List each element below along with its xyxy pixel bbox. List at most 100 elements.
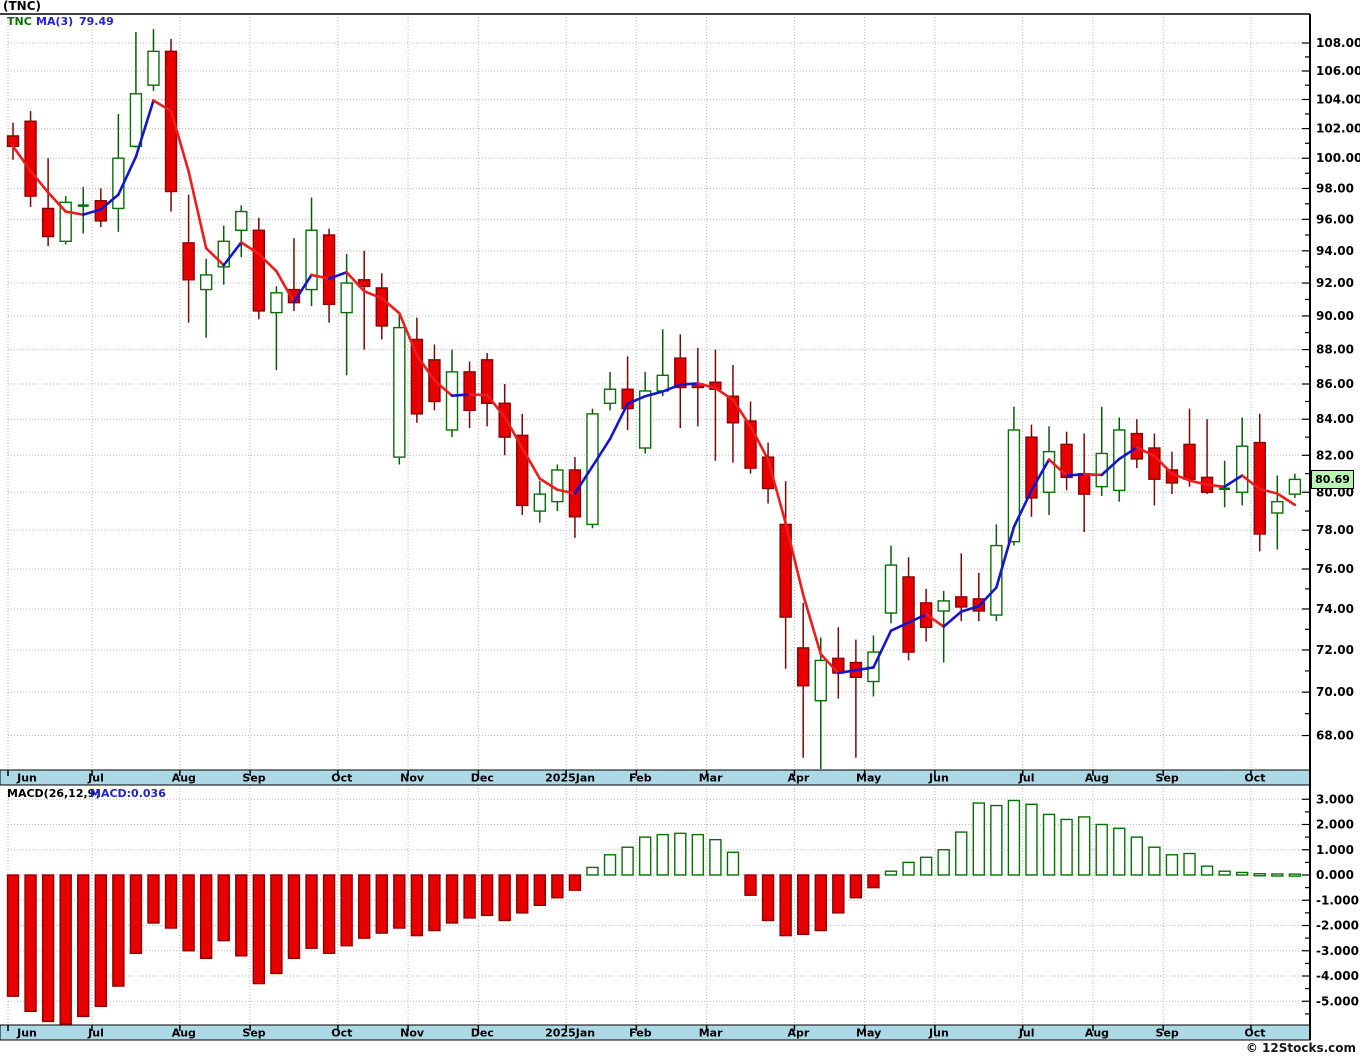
macd-bar bbox=[463, 874, 476, 919]
macd-bar bbox=[1077, 816, 1091, 876]
candle-body bbox=[147, 50, 160, 86]
candle-body bbox=[832, 657, 845, 674]
price-axis-label: 96.00 bbox=[1316, 212, 1354, 226]
macd-bar bbox=[674, 832, 687, 876]
candle-body bbox=[1042, 450, 1056, 493]
macd-bar bbox=[586, 866, 599, 876]
month-label: Jun bbox=[16, 1027, 37, 1040]
price-axis-label: 70.00 bbox=[1316, 685, 1354, 699]
macd-bar bbox=[1042, 813, 1056, 876]
price-axis-label: 92.00 bbox=[1316, 276, 1354, 290]
ma-value-label: 79.49 bbox=[79, 15, 114, 28]
month-label: Nov bbox=[400, 772, 425, 785]
candle-body bbox=[235, 210, 248, 231]
month-label: Sep bbox=[1156, 1027, 1179, 1040]
price-macd-chart: Jun Jul Aug Sep Oct Nov Dec 2025Jan Feb Mar Apr May… bbox=[0, 13, 1360, 1041]
price-axis-label: 84.00 bbox=[1316, 412, 1354, 426]
macd-bar bbox=[1060, 818, 1073, 876]
macd-bar bbox=[340, 874, 353, 947]
price-axis-label: 104.00 bbox=[1316, 92, 1360, 106]
macd-bar bbox=[393, 874, 406, 929]
macd-bar bbox=[59, 874, 72, 1025]
ma3-line-segment bbox=[872, 629, 893, 669]
ma3-line-segment bbox=[678, 382, 700, 386]
candle-body bbox=[6, 135, 20, 147]
candle-body bbox=[463, 371, 476, 412]
macd-bar bbox=[937, 849, 950, 876]
candle-body bbox=[990, 544, 1003, 616]
candle-body bbox=[322, 234, 336, 306]
price-axis-label: 108.00 bbox=[1316, 36, 1360, 50]
macd-bar bbox=[1095, 823, 1108, 876]
candle-body bbox=[340, 282, 353, 314]
macd-bar bbox=[832, 874, 845, 914]
price-axis-label: 72.00 bbox=[1316, 643, 1354, 657]
month-label: Jul bbox=[87, 1027, 104, 1040]
macd-bar bbox=[445, 874, 459, 924]
macd-axis-label: -2.000 bbox=[1316, 919, 1359, 933]
macd-bar bbox=[24, 874, 37, 1013]
macd-bar bbox=[1130, 836, 1144, 876]
macd-bar bbox=[884, 870, 898, 876]
price-axis-label: 74.00 bbox=[1316, 602, 1354, 616]
candle-body bbox=[375, 287, 388, 327]
macd-bar bbox=[638, 836, 652, 876]
macd-value-label: MACD:0.036 bbox=[90, 787, 166, 800]
macd-bar bbox=[498, 874, 511, 922]
macd-bar bbox=[129, 874, 143, 954]
month-label: May bbox=[856, 772, 881, 785]
month-label: Sep bbox=[242, 1027, 265, 1040]
candle-body bbox=[182, 242, 195, 281]
symbol-label: TNC bbox=[7, 15, 32, 28]
macd-bar bbox=[287, 874, 301, 960]
candle-body bbox=[393, 326, 406, 458]
candle-body bbox=[656, 374, 669, 392]
page-title: (TNC) bbox=[3, 0, 42, 13]
last-price-badge: 80.69 bbox=[1311, 470, 1354, 490]
macd-bar bbox=[182, 874, 195, 952]
candle-body bbox=[902, 576, 915, 653]
price-axis-label: 94.00 bbox=[1316, 244, 1354, 258]
macd-bar bbox=[358, 874, 371, 939]
candle-body bbox=[884, 564, 898, 614]
ma3-line-segment bbox=[766, 458, 787, 525]
candle-body bbox=[410, 338, 424, 415]
macd-bar bbox=[77, 874, 90, 1018]
price-axis-label: 76.00 bbox=[1316, 562, 1354, 576]
month-label: Oct bbox=[1244, 1027, 1265, 1040]
macd-bar bbox=[990, 804, 1003, 876]
ma3-line-segment bbox=[801, 593, 823, 656]
price-axis-label: 98.00 bbox=[1316, 181, 1354, 195]
macd-bar bbox=[621, 846, 634, 876]
macd-bar bbox=[603, 854, 617, 876]
candle-body bbox=[937, 600, 950, 612]
candle-body bbox=[41, 207, 55, 238]
ma3-line-segment bbox=[468, 393, 489, 397]
price-axis-label: 68.00 bbox=[1316, 729, 1354, 743]
price-axis-label: 78.00 bbox=[1316, 523, 1354, 537]
macd-bar bbox=[1007, 799, 1021, 876]
ma3-line-segment bbox=[608, 402, 629, 441]
candle-body bbox=[1288, 478, 1302, 495]
macd-bar bbox=[919, 856, 933, 876]
macd-bar bbox=[322, 874, 336, 954]
month-label: Apr bbox=[788, 1027, 810, 1040]
macd-bar bbox=[656, 833, 669, 876]
macd-bar bbox=[235, 874, 248, 957]
month-label: Oct bbox=[331, 1027, 352, 1040]
month-label: Nov bbox=[400, 1027, 425, 1040]
macd-bar bbox=[305, 874, 318, 949]
price-axis-label: 100.00 bbox=[1316, 151, 1360, 165]
month-label: Aug bbox=[172, 1027, 196, 1040]
macd-bar bbox=[112, 874, 125, 987]
macd-axis-label: 2.000 bbox=[1316, 818, 1354, 832]
month-label: Aug bbox=[1085, 1027, 1109, 1040]
macd-bar bbox=[199, 874, 213, 960]
macd-bar bbox=[147, 874, 160, 924]
macd-bar bbox=[867, 874, 880, 889]
candle-body bbox=[533, 493, 546, 512]
month-label: 2025Jan bbox=[545, 772, 595, 785]
macd-bar bbox=[1235, 871, 1249, 876]
watermark-link[interactable]: © 12Stocks.com bbox=[1246, 1042, 1356, 1055]
stock-chart-page: Jun Jul Aug Sep Oct Nov Dec 2025Jan Feb Mar Apr May… bbox=[0, 0, 1360, 1056]
